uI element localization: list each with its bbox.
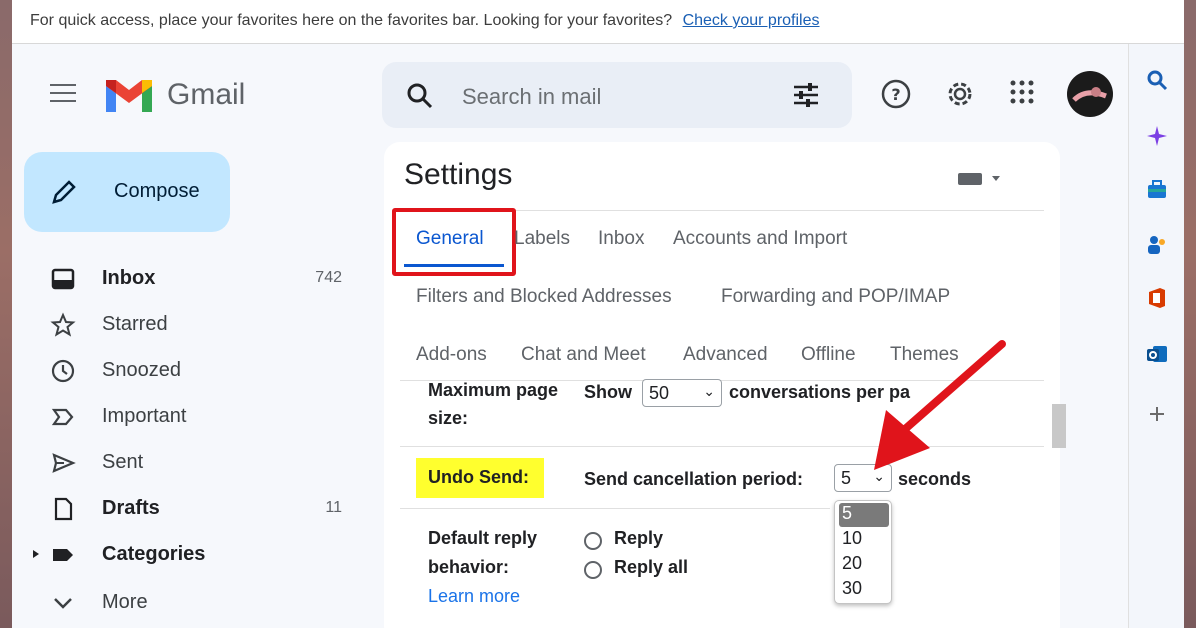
important-icon xyxy=(51,408,74,426)
sidebar-item-label: Snoozed xyxy=(102,359,181,381)
learn-more-link[interactable]: Learn more xyxy=(428,586,520,607)
divider xyxy=(400,508,830,509)
people-icon[interactable] xyxy=(1145,232,1169,256)
search-icon[interactable] xyxy=(406,82,434,110)
browser-window: For quick access, place your favorites h… xyxy=(12,0,1184,628)
page-size-value: 50 xyxy=(649,383,670,403)
tab-inbox[interactable]: Inbox xyxy=(598,228,644,250)
show-label: Show xyxy=(584,382,632,402)
chevron-down-icon: ⌄ xyxy=(703,383,715,399)
sidebar-item-categories[interactable]: Categories xyxy=(12,534,352,574)
tab-forwarding[interactable]: Forwarding and POP/IMAP xyxy=(721,286,950,308)
clock-icon xyxy=(51,359,75,383)
cancellation-period-label: Send cancellation period: xyxy=(584,469,804,489)
expand-arrow-icon[interactable] xyxy=(32,549,40,559)
apps-grid-icon[interactable] xyxy=(1008,78,1036,106)
star-icon xyxy=(50,312,76,337)
office-icon[interactable] xyxy=(1145,286,1169,310)
max-page-size-label: Maximum page xyxy=(428,380,559,400)
sidebar-item-snoozed[interactable]: Snoozed xyxy=(12,350,352,390)
avatar[interactable] xyxy=(1066,70,1114,118)
search-input[interactable]: Search in mail xyxy=(462,84,601,110)
draft-count: 11 xyxy=(325,499,342,516)
tab-addons[interactable]: Add-ons xyxy=(416,344,487,366)
reply-radio[interactable] xyxy=(584,532,602,550)
sidebar-item-label: More xyxy=(102,591,148,613)
annotation-arrow xyxy=(874,340,1006,470)
default-reply-label: Default reply xyxy=(428,528,538,548)
default-reply-label-2: behavior: xyxy=(428,557,510,577)
sidebar-item-inbox[interactable]: Inbox 742 xyxy=(12,258,352,298)
outlook-icon[interactable] xyxy=(1145,342,1169,366)
check-profiles-link[interactable]: Check your profiles xyxy=(683,12,820,29)
active-tab-indicator xyxy=(404,264,504,267)
gmail-logo xyxy=(106,80,152,112)
tab-labels[interactable]: Labels xyxy=(514,228,570,250)
dropdown-option[interactable]: 30 xyxy=(839,578,889,602)
compose-button[interactable]: Compose xyxy=(24,152,230,232)
draft-icon xyxy=(54,497,73,521)
reply-all-option-label: Reply all xyxy=(614,557,689,577)
page-size-select[interactable]: 50 ⌄ xyxy=(642,379,722,407)
search-bar[interactable]: Search in mail xyxy=(382,62,852,128)
page-title: Settings xyxy=(404,158,513,191)
app-name: Gmail xyxy=(167,78,246,111)
sidebar-item-label: Categories xyxy=(102,543,206,565)
sidebar-item-label: Drafts xyxy=(102,497,160,519)
sidebar-item-label: Sent xyxy=(102,451,144,473)
inbox-icon xyxy=(51,268,75,290)
search-icon[interactable] xyxy=(1145,68,1169,92)
sidebar-item-drafts[interactable]: Drafts 11 xyxy=(12,488,352,528)
tab-chat-and-meet[interactable]: Chat and Meet xyxy=(521,344,646,366)
briefcase-icon[interactable] xyxy=(1145,178,1169,202)
sidebar-item-label: Important xyxy=(102,405,187,427)
sidebar-item-starred[interactable]: Starred xyxy=(12,304,352,344)
cancellation-period-dropdown[interactable]: 5 10 20 30 xyxy=(834,500,892,604)
svg-text:?: ? xyxy=(891,85,900,104)
search-options-icon[interactable] xyxy=(792,82,820,108)
right-side-panel xyxy=(1128,44,1184,628)
add-icon[interactable] xyxy=(1145,402,1169,426)
tab-offline[interactable]: Offline xyxy=(801,344,856,366)
compose-label: Compose xyxy=(114,180,200,202)
sidebar-item-important[interactable]: Important xyxy=(12,396,352,436)
dropdown-option[interactable]: 20 xyxy=(839,553,889,577)
cancellation-period-value: 5 xyxy=(841,468,852,488)
reply-all-radio[interactable] xyxy=(584,561,602,579)
chevron-down-icon xyxy=(54,598,72,609)
undo-send-label: Undo Send: xyxy=(416,458,544,498)
pencil-icon xyxy=(52,180,76,204)
unread-count: 742 xyxy=(315,269,342,286)
menu-icon[interactable] xyxy=(50,84,76,104)
tab-accounts-and-import[interactable]: Accounts and Import xyxy=(673,228,847,250)
favorites-bar-message: For quick access, place your favorites h… xyxy=(30,12,673,29)
favorites-bar: For quick access, place your favorites h… xyxy=(12,0,1184,44)
tab-filters[interactable]: Filters and Blocked Addresses xyxy=(416,286,672,308)
max-page-size-label-2: size: xyxy=(428,408,469,428)
help-icon[interactable]: ? xyxy=(880,78,912,110)
reply-option-label: Reply xyxy=(614,528,664,548)
sidebar-item-more[interactable]: More xyxy=(12,582,352,622)
dropdown-option[interactable]: 10 xyxy=(839,528,889,552)
send-icon xyxy=(52,453,76,473)
sidebar-item-label: Inbox xyxy=(102,267,156,289)
tab-general[interactable]: General xyxy=(416,228,484,250)
keyboard-icon[interactable] xyxy=(958,170,1004,186)
copilot-icon[interactable] xyxy=(1145,124,1169,148)
sidebar-item-sent[interactable]: Sent xyxy=(12,442,352,482)
tab-advanced[interactable]: Advanced xyxy=(683,344,768,366)
settings-icon[interactable] xyxy=(944,78,976,110)
scrollbar-thumb[interactable] xyxy=(1052,404,1066,448)
dropdown-option[interactable]: 5 xyxy=(839,503,889,527)
label-icon xyxy=(53,549,73,561)
sidebar-item-label: Starred xyxy=(102,313,168,335)
